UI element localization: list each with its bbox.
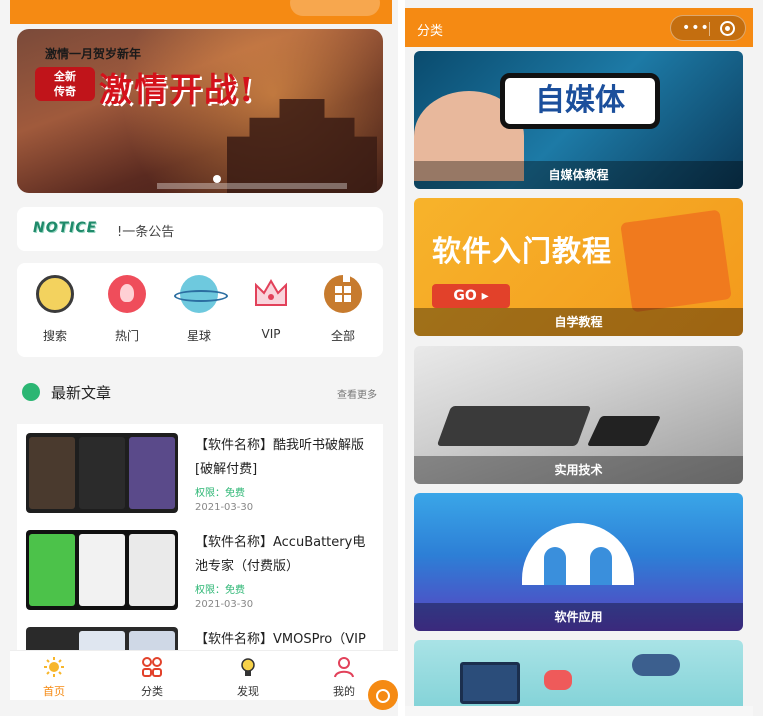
grid-icon (324, 275, 362, 313)
floating-action-button[interactable] (368, 680, 398, 710)
quick-nav-label: 搜索 (42, 329, 67, 343)
notice-bar[interactable]: NOTICE !一条公告 (17, 207, 383, 251)
quick-nav-label: 全部 (330, 329, 355, 343)
quick-nav-label: VIP (261, 327, 281, 341)
category-card-self-media[interactable]: 自媒体 自媒体教程 (414, 51, 743, 189)
close-miniprogram-icon[interactable] (720, 21, 735, 36)
tab-discover[interactable]: 发现 (218, 656, 278, 699)
quick-nav-label: 星球 (186, 329, 211, 343)
promo-banner[interactable]: 激情一月贺岁新年 全新 传奇 激情开战! (17, 29, 383, 193)
quick-nav-vip[interactable]: VIP (241, 275, 301, 341)
section-title: 最新文章 (51, 384, 112, 402)
banner-caption-strip (157, 183, 347, 189)
category-caption: 自媒体教程 (414, 161, 743, 189)
user-icon (333, 656, 355, 678)
category-card-software-apps[interactable]: 软件应用 (414, 493, 743, 631)
category-card-practical-tech[interactable]: 实用技术 (414, 346, 743, 484)
carousel-indicator[interactable] (213, 175, 221, 183)
bulb-icon (237, 656, 259, 678)
sun-icon (43, 656, 65, 678)
go-button: GO ▸ (432, 284, 510, 308)
article-thumbnail (26, 433, 178, 513)
phone-illustration: 自媒体 (500, 73, 660, 129)
tab-category[interactable]: 分类 (122, 656, 182, 699)
capsule-menu: ••• (670, 15, 746, 41)
article-list: 【软件名称】酷我听书破解版[破解付费] 权限：免费 2021-03-30 【软件… (17, 424, 383, 650)
quick-nav-planet[interactable]: 星球 (169, 275, 229, 344)
banner-slogan: 激情开战! (99, 70, 256, 109)
category-card-self-study[interactable]: 软件入门教程 GO ▸ 自学教程 (414, 198, 743, 336)
latest-articles-header: 最新文章 查看更多 (17, 378, 383, 406)
quick-nav-label: 热门 (114, 329, 139, 343)
planet-icon (174, 275, 228, 313)
leaf-icon (22, 383, 40, 401)
category-card-more[interactable] (414, 640, 743, 716)
notice-text: !一条公告 (117, 225, 175, 240)
flame-icon (108, 275, 146, 313)
category-caption: 软件应用 (414, 603, 743, 631)
article-title: 【软件名称】VMOSPro（VIP (195, 632, 366, 647)
m-logo-icon (522, 523, 634, 585)
home-screen: 激情一月贺岁新年 全新 传奇 激情开战! NOTICE !一条公告 搜索 热门 … (0, 0, 398, 716)
tab-bar: 首页 分类 发现 我的 (10, 650, 398, 700)
capsule-menu[interactable] (290, 0, 380, 16)
article-date: 2021-03-30 (195, 502, 254, 513)
quick-nav: 搜索 热门 星球 VIP 全部 (17, 263, 383, 357)
chat-icon (544, 670, 572, 690)
notice-logo: NOTICE (33, 220, 98, 236)
search-icon (36, 275, 74, 313)
category-caption: 自学教程 (414, 308, 743, 336)
category-icon (141, 656, 163, 678)
card-banner-text: 自媒体 (535, 83, 625, 118)
tab-mine[interactable]: 我的 (314, 656, 374, 699)
view-more-link[interactable]: 查看更多 (337, 386, 377, 401)
monitor-icon (460, 662, 520, 704)
box-illustration (620, 209, 732, 313)
tab-label: 首页 (43, 685, 65, 698)
tab-label: 我的 (333, 685, 355, 698)
article-permission: 权限：免费 (195, 488, 245, 499)
article-thumbnail (26, 530, 178, 610)
tablet-illustration (587, 416, 661, 446)
banner-badge: 全新 传奇 (35, 67, 95, 101)
top-bar (10, 0, 392, 24)
category-caption: 实用技术 (414, 456, 743, 484)
crown-icon (252, 275, 290, 313)
banner-headline: 激情一月贺岁新年 (45, 47, 142, 61)
tab-bar-edge (405, 706, 753, 716)
article-thumbnail (26, 627, 178, 650)
tab-label: 分类 (141, 685, 163, 698)
laptop-illustration (436, 406, 592, 446)
quick-nav-hot[interactable]: 热门 (97, 275, 157, 344)
capsule-separator (709, 22, 710, 36)
article-title: 【软件名称】酷我听书破解版[破解付费] (195, 438, 365, 477)
article-title: 【软件名称】AccuBattery电池专家（付费版） (195, 535, 366, 574)
cloud-icon (632, 654, 680, 676)
page-title: 分类 (417, 24, 444, 39)
more-icon[interactable]: ••• (682, 21, 709, 35)
list-item[interactable]: 【软件名称】VMOSPro（VIP (17, 618, 383, 650)
article-permission: 权限：免费 (195, 585, 245, 596)
tab-home[interactable]: 首页 (24, 656, 84, 699)
nav-bar: 分类 ••• (405, 8, 753, 47)
screen-divider (398, 0, 405, 716)
category-screen: 分类 ••• 自媒体 自媒体教程 软件入门教程 GO ▸ 自学教程 实用技术 软… (405, 0, 763, 716)
quick-nav-all[interactable]: 全部 (313, 275, 373, 344)
list-item[interactable]: 【软件名称】酷我听书破解版[破解付费] 权限：免费 2021-03-30 (17, 424, 383, 521)
list-item[interactable]: 【软件名称】AccuBattery电池专家（付费版） 权限：免费 2021-03… (17, 521, 383, 618)
quick-nav-search[interactable]: 搜索 (25, 275, 85, 344)
tab-label: 发现 (237, 685, 259, 698)
card-banner-text: 软件入门教程 (432, 234, 613, 268)
article-date: 2021-03-30 (195, 599, 254, 610)
